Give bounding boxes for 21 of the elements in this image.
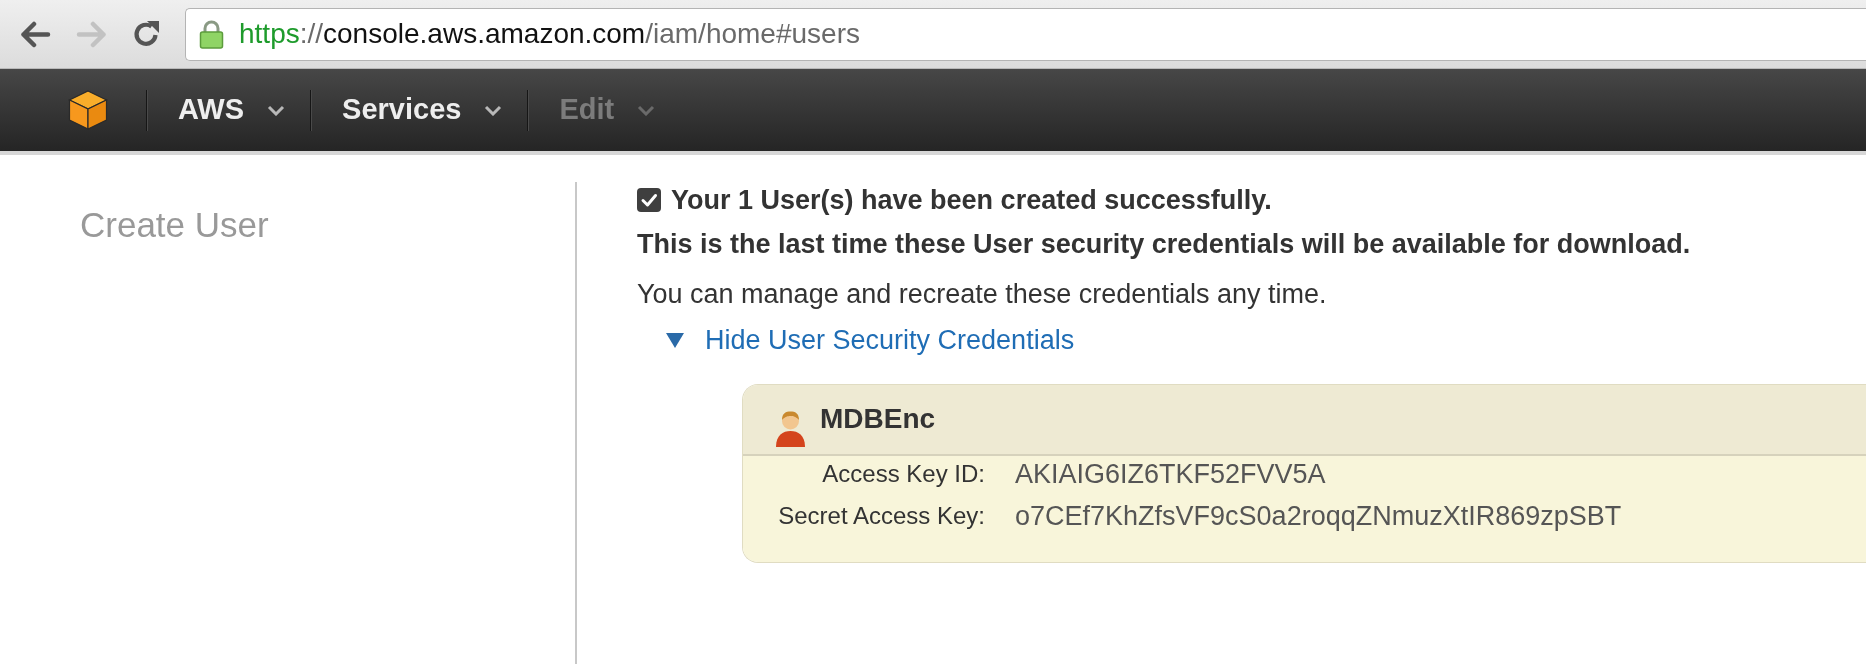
credentials-toggle-link[interactable]: Hide User Security Credentials [666,324,1075,356]
caret-icon [267,104,286,116]
field-value: AKIAIG6IZ6TKF52FVV5A [1015,458,1326,490]
warning-message: This is the last time these User security credentials will be available for download. [637,228,1691,260]
user-icon [775,409,806,447]
address-bar[interactable]: https://console.aws.amazon.com/iam/home#users [185,7,1866,61]
caret-icon [484,104,503,116]
user-name: MDBEnc [820,403,936,435]
url-text: https://console.aws.amazon.com/iam/home#users [239,17,860,51]
success-message: Your 1 User(s) have been created successfully. [671,184,1272,216]
reload-icon[interactable] [132,20,160,48]
field-label: Access Key ID: [821,459,985,489]
menu-button[interactable]: AWS [148,80,311,140]
page-title: Create User [80,205,270,245]
caret-icon [637,104,656,116]
cube-logo-icon[interactable] [67,89,109,131]
field-label: Secret Access Key: [777,501,985,531]
field-value: o7CEf7KhZfsVF9cS0a2roqqZNmuzXtIR869zpSBT [1015,500,1622,532]
back-icon[interactable] [20,20,51,48]
info-text: You can manage and recreate these credentials any time. [637,278,1327,310]
menu-button[interactable]: Services [312,80,528,140]
